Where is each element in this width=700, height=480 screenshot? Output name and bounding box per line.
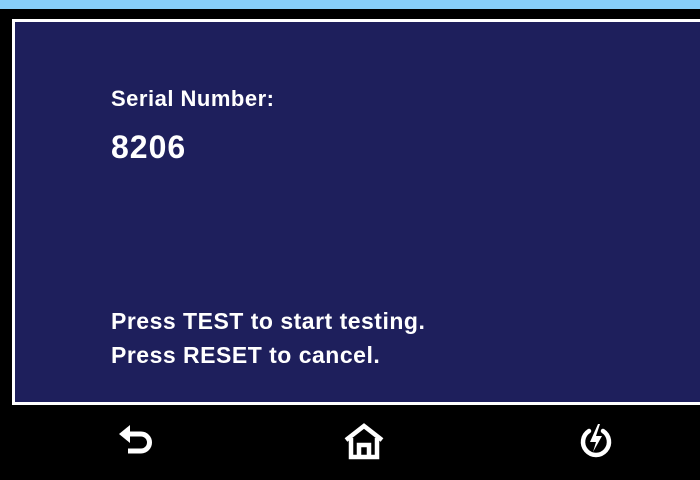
serial-number-label: Serial Number:: [111, 86, 275, 111]
home-icon: [344, 423, 384, 460]
back-button[interactable]: [108, 418, 164, 466]
top-strip: [0, 0, 700, 9]
back-arrow-icon: [119, 425, 152, 454]
home-button[interactable]: [336, 418, 392, 466]
bottom-nav-bar: [9, 408, 700, 480]
device-screen: Serial Number: 8206 Press TEST to start …: [0, 0, 700, 480]
instruction-reset: Press RESET to cancel.: [111, 342, 381, 368]
power-icon: [580, 424, 612, 458]
instruction-test: Press TEST to start testing.: [111, 308, 426, 334]
serial-number-value: 8206: [111, 129, 187, 165]
power-button[interactable]: [568, 418, 624, 466]
main-panel: Serial Number: 8206 Press TEST to start …: [12, 19, 700, 405]
